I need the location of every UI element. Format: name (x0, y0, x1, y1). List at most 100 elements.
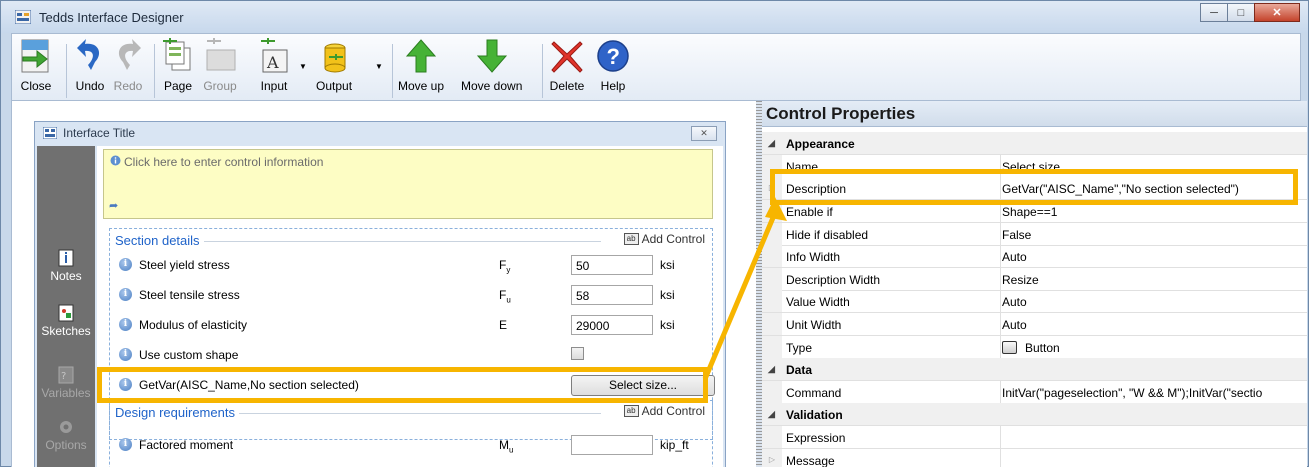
expand-icon[interactable]: ▷ (762, 449, 782, 467)
value-input[interactable]: 29000 (571, 315, 653, 335)
input-row[interactable]: i Modulus of elasticity E 29000 ksi (119, 312, 709, 338)
value-input[interactable]: 58 (571, 285, 653, 305)
category-appearance[interactable]: ◢ Appearance (762, 132, 1307, 155)
designer-sidebar: Notes Sketches ? Variables Options (37, 146, 95, 467)
row-label: Steel tensile stress (139, 288, 240, 302)
info-icon[interactable]: i (119, 288, 132, 301)
delete-label: Delete (549, 79, 585, 93)
sidebar-item-options[interactable]: Options (37, 418, 95, 452)
info-icon[interactable]: i (119, 318, 132, 331)
minimize-button[interactable]: ─ (1200, 3, 1228, 22)
property-row-name[interactable]: Name Select size... (762, 155, 1307, 178)
undo-label: Undo (75, 79, 105, 93)
input-icon: A (261, 38, 288, 73)
row-label: Factored moment (139, 438, 234, 452)
property-row-info-width[interactable]: Info Width Auto (762, 245, 1307, 268)
window-title: Tedds Interface Designer (39, 10, 184, 25)
output-dropdown-icon[interactable]: ▼ (375, 62, 383, 71)
input-row[interactable]: i Steel tensile stress Fu 58 ksi (119, 282, 709, 308)
info-icon[interactable]: i (119, 378, 132, 391)
close-icon: ✕ (1272, 7, 1282, 19)
button-type-icon (1002, 341, 1017, 354)
sidebar-item-label: Variables (41, 386, 91, 400)
property-row-description-width[interactable]: Description Width Resize (762, 268, 1307, 291)
move-down-label: Move down (461, 79, 523, 93)
property-row-type[interactable]: Type Button (762, 336, 1307, 359)
section-title[interactable]: Design requirements (115, 405, 239, 420)
input-row[interactable]: i Steel yield stress Fy 50 ksi (119, 252, 709, 278)
options-icon (60, 421, 72, 433)
section-header: Section details ab Add Control (111, 228, 711, 250)
property-row-unit-width[interactable]: Unit Width Auto (762, 313, 1307, 336)
close-label: Close (20, 79, 52, 93)
add-control-label: Add Control (641, 232, 705, 246)
button-row[interactable]: i GetVar(AISC_Name,No section selected) … (119, 372, 715, 398)
pin-icon[interactable]: ➦ (109, 199, 118, 212)
info-placeholder: Click here to enter control information (124, 155, 324, 169)
sidebar-item-notes[interactable]: Notes (37, 249, 95, 283)
value-input[interactable]: 50 (571, 255, 653, 275)
input-dropdown-icon[interactable]: ▼ (299, 62, 307, 71)
page-button[interactable]: Page (160, 36, 196, 93)
interface-title-bar: Interface Title ✕ (35, 122, 725, 144)
add-control-icon: ab (623, 233, 639, 245)
checkbox-row[interactable]: i Use custom shape (119, 342, 709, 368)
category-data[interactable]: ◢ Data (762, 358, 1307, 381)
value-input[interactable] (571, 435, 653, 455)
property-row-value-width[interactable]: Value Width Auto (762, 290, 1307, 313)
info-icon[interactable]: i (119, 348, 132, 361)
category-validation[interactable]: ◢ Validation (762, 403, 1307, 426)
sidebar-item-label: Notes (50, 269, 82, 283)
info-icon[interactable]: i (119, 438, 132, 451)
app-window: Tedds Interface Designer ─ □ ✕ Close Und… (0, 0, 1309, 467)
property-row-enable-if[interactable]: Enable if Shape==1 (762, 200, 1307, 223)
input-button[interactable]: A Input (256, 36, 292, 93)
move-up-button[interactable]: Move up (398, 36, 444, 93)
input-row[interactable]: i Factored moment Mu kip_ft (119, 432, 709, 458)
add-control-button[interactable]: ab Add Control (623, 232, 705, 246)
sidebar-item-label: Options (45, 438, 87, 452)
close-window-button[interactable]: ✕ (1254, 3, 1300, 22)
select-size-button[interactable]: Select size... (571, 375, 715, 396)
collapse-icon[interactable]: ◢ (768, 138, 775, 149)
expand-icon[interactable]: ▷ (762, 177, 782, 199)
page-icon (163, 38, 191, 71)
property-row-command[interactable]: Command InitVar("pageselection", "W && M… (762, 381, 1307, 404)
group-button[interactable]: Group (202, 36, 238, 93)
row-unit: ksi (660, 258, 675, 272)
property-row-description[interactable]: ▷ Description GetVar("AISC_Name","No sec… (762, 177, 1307, 200)
collapse-icon[interactable]: ◢ (768, 409, 775, 420)
maximize-button[interactable]: □ (1227, 3, 1255, 22)
add-control-icon: ab (623, 405, 639, 417)
control-info-box[interactable]: Click here to enter control information … (103, 149, 713, 219)
interface-close-button[interactable]: ✕ (691, 126, 717, 141)
section-title[interactable]: Section details (115, 233, 204, 248)
properties-header: Control Properties (762, 101, 1307, 127)
add-control-button[interactable]: ab Add Control (623, 404, 705, 418)
page-label: Page (163, 79, 193, 93)
custom-shape-checkbox[interactable] (571, 347, 584, 360)
output-button[interactable]: Output (316, 36, 352, 93)
sidebar-item-sketches[interactable]: Sketches (37, 304, 95, 338)
property-row-hide-if-disabled[interactable]: Hide if disabled False (762, 223, 1307, 246)
close-button[interactable]: Close (18, 36, 54, 93)
redo-button[interactable]: Redo (110, 36, 146, 93)
title-bar: Tedds Interface Designer ─ □ ✕ (1, 1, 1308, 33)
help-button[interactable]: ? Help (595, 36, 631, 93)
row-symbol: Mu (499, 438, 514, 455)
delete-button[interactable]: Delete (549, 36, 585, 93)
row-unit: ksi (660, 288, 675, 302)
undo-button[interactable]: Undo (72, 36, 108, 93)
row-unit: ksi (660, 318, 675, 332)
property-row-message[interactable]: ▷ Message (762, 449, 1307, 467)
collapse-icon[interactable]: ◢ (768, 364, 775, 375)
move-down-button[interactable]: Move down (461, 36, 522, 93)
info-icon[interactable]: i (119, 258, 132, 271)
maximize-icon: □ (1237, 6, 1245, 19)
add-control-label: Add Control (641, 404, 705, 418)
sidebar-item-variables[interactable]: ? Variables (37, 366, 95, 400)
property-row-expression[interactable]: Expression (762, 426, 1307, 449)
notes-icon (58, 249, 74, 267)
interface-window: Interface Title ✕ Notes Sketches ? Varia… (34, 121, 726, 467)
group-icon (206, 38, 236, 71)
